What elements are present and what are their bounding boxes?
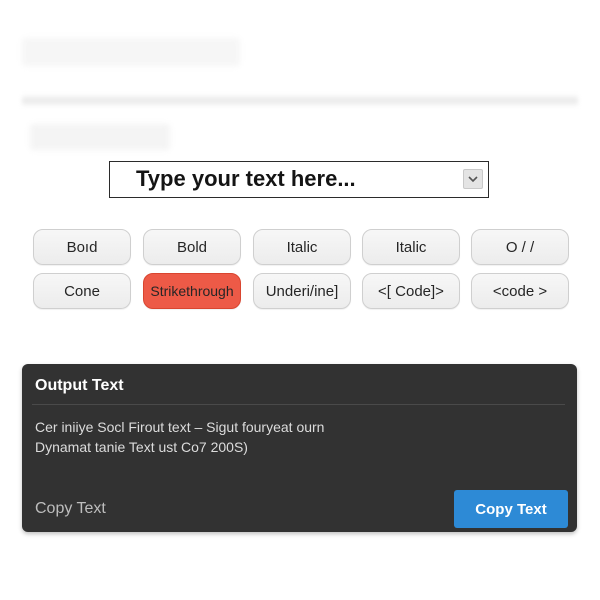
text-input-container	[109, 161, 489, 198]
inline-code-button[interactable]: <code >	[471, 273, 569, 309]
output-panel: Output Text Cer iniiye Socl Firout text …	[22, 364, 577, 532]
italic-button[interactable]: Italic	[253, 229, 351, 265]
output-title: Output Text	[35, 377, 124, 394]
header-divider	[22, 94, 578, 106]
dropdown-toggle[interactable]	[463, 169, 483, 189]
strikethrough-button[interactable]: Strikethrough	[143, 273, 241, 309]
output-divider	[32, 404, 565, 405]
italic-button-2[interactable]: Italic	[362, 229, 460, 265]
code-block-button[interactable]: <[ Code]>	[362, 273, 460, 309]
blurred-subheader	[30, 124, 170, 150]
blurred-header-title	[22, 38, 240, 66]
slash-button[interactable]: O / /	[471, 229, 569, 265]
output-text-line: Cer iniiye Socl Firout text – Sigut four…	[35, 419, 325, 435]
output-text-line: Dynamat tanie Text ust Co7 200S)	[35, 439, 248, 455]
copy-text-link[interactable]: Copy Text	[35, 500, 106, 518]
bold-button-2[interactable]: Bold	[143, 229, 241, 265]
cone-button[interactable]: Cone	[33, 273, 131, 309]
text-input[interactable]	[110, 162, 450, 196]
bold-button[interactable]: Boıd	[33, 229, 131, 265]
underline-button[interactable]: Underi/ine]	[253, 273, 351, 309]
copy-text-button[interactable]: Copy Text	[454, 490, 568, 528]
chevron-down-icon	[468, 176, 478, 183]
text-formatter-page: Boıd Bold Italic Italic O / / Cone Strik…	[0, 0, 600, 600]
